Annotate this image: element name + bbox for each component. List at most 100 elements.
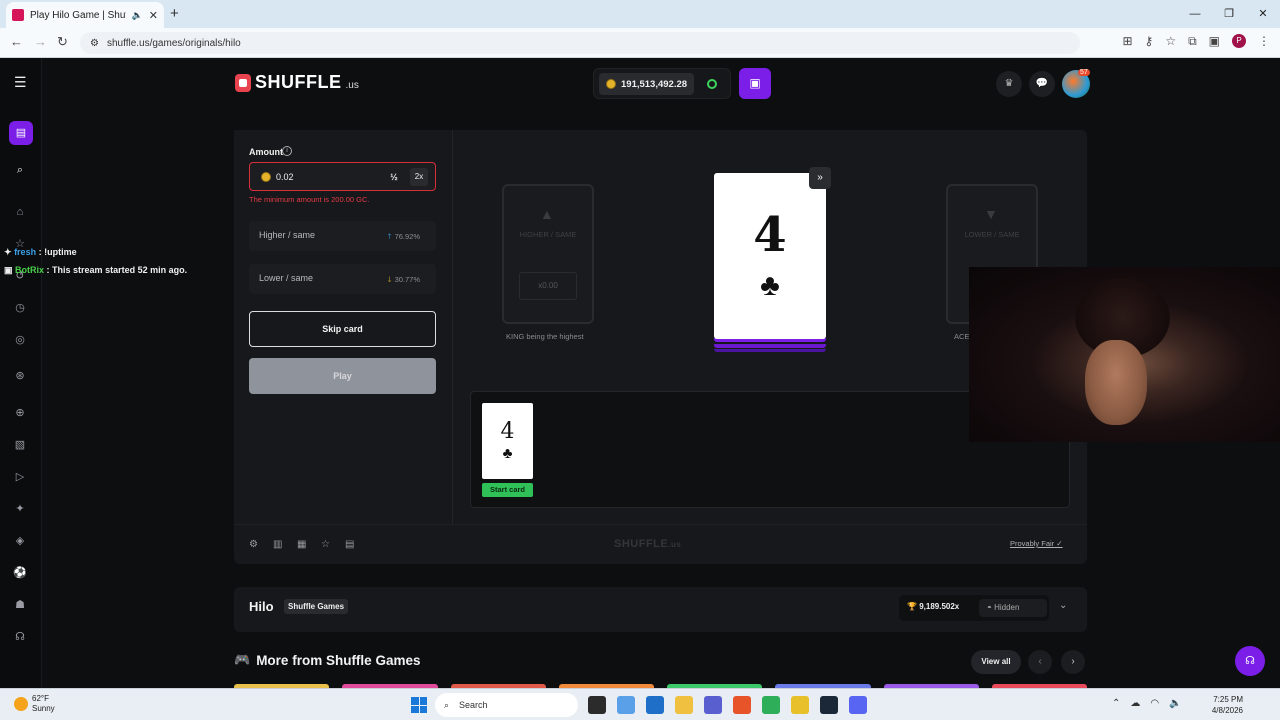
windows-taskbar: 62°F Sunny ⌕ Search ⌃ ☁ ◠ 🔈 7:25 PM 4/8/202… bbox=[0, 688, 1280, 720]
chat-message: : This stream started 52 min ago. bbox=[46, 265, 188, 275]
skip-forward-icon[interactable]: » bbox=[809, 167, 831, 189]
bookmark-star-icon[interactable]: ☆ bbox=[1165, 34, 1176, 49]
volume-icon[interactable]: 🔈 bbox=[1169, 698, 1181, 709]
taskbar-search[interactable]: ⌕ Search bbox=[435, 693, 578, 717]
slots-icon[interactable]: ⊛ bbox=[12, 368, 28, 384]
start-card-tag: Start card bbox=[482, 483, 533, 497]
back-icon[interactable]: ← bbox=[10, 34, 23, 49]
search-icon: ⌕ bbox=[444, 700, 450, 710]
stats-bars-icon[interactable]: ▥ bbox=[273, 539, 282, 550]
home-icon[interactable]: ⌂ bbox=[12, 204, 28, 220]
maximize-icon[interactable]: ❐ bbox=[1212, 0, 1246, 28]
webcam-person-face bbox=[1085, 340, 1147, 425]
close-tab-icon[interactable]: ✕ bbox=[149, 9, 158, 22]
live-support-button[interactable]: ☊ bbox=[1235, 646, 1265, 676]
balance-display[interactable]: 191,513,492.28 bbox=[599, 73, 694, 95]
brave-icon[interactable] bbox=[733, 696, 751, 714]
vip-icon[interactable]: ◈ bbox=[12, 533, 28, 549]
rewards-icon[interactable]: ♛ bbox=[996, 71, 1022, 97]
weather-widget[interactable]: 62°F Sunny bbox=[14, 694, 55, 714]
taskbar-clock[interactable]: 7:25 PM 4/8/2026 bbox=[1203, 694, 1243, 716]
file-explorer-icon[interactable] bbox=[675, 696, 693, 714]
promotions-icon[interactable]: ✦ bbox=[12, 501, 28, 517]
new-tab-icon[interactable]: + bbox=[170, 5, 179, 22]
discord-icon[interactable] bbox=[849, 696, 867, 714]
onedrive-icon[interactable]: ☁ bbox=[1130, 698, 1140, 709]
teams-icon[interactable] bbox=[704, 696, 722, 714]
arrow-up-icon: 🡑 bbox=[387, 232, 392, 241]
browser-tab[interactable]: Play Hilo Game | Shuffle.us 🔈 ✕ bbox=[6, 2, 164, 28]
card-rank: 4 bbox=[753, 207, 787, 263]
provider-tag[interactable]: Shuffle Games bbox=[284, 599, 349, 614]
hilo-game-panel: Amount i 0.02 ½ 2x The minimum amount is… bbox=[234, 130, 1087, 564]
wallet-button[interactable]: ▣ bbox=[739, 68, 771, 99]
sidebar: ☰ ▤ ⌕ ⌂ ☆ ↺ ◷ ◎ ⊛ ⊕ ▧ ▷ ✦ ◈ ⚽ ☗ ☊ bbox=[0, 58, 42, 688]
profile-avatar[interactable]: P bbox=[1232, 34, 1246, 48]
history-card: 4 ♣ bbox=[482, 403, 533, 479]
half-bet-button[interactable]: ½ bbox=[386, 169, 402, 185]
speaker-icon[interactable]: 🔈 bbox=[132, 10, 143, 21]
tray-chevron-icon[interactable]: ⌃ bbox=[1112, 698, 1120, 709]
lower-same-option[interactable]: Lower / same 🡓 30.77% bbox=[249, 264, 436, 294]
fairness-icon[interactable]: ▤ bbox=[345, 539, 354, 550]
chrome-icon[interactable] bbox=[791, 696, 809, 714]
double-bet-button[interactable]: 2x bbox=[410, 168, 428, 186]
site-logo[interactable]: SHUFFLE .us bbox=[235, 72, 359, 93]
bet-controls: Amount i 0.02 ½ 2x The minimum amount is… bbox=[234, 130, 453, 524]
info-icon[interactable]: i bbox=[282, 146, 292, 156]
reload-icon[interactable]: ↻ bbox=[57, 34, 68, 50]
url-field[interactable]: ⚙ shuffle.us/games/originals/hilo bbox=[80, 32, 1080, 54]
support-icon[interactable]: ☊ bbox=[12, 629, 28, 645]
provably-fair-link[interactable]: Provably Fair ✓ bbox=[1010, 539, 1063, 548]
cards-icon[interactable]: ▧ bbox=[12, 437, 28, 453]
store-icon[interactable] bbox=[646, 696, 664, 714]
highest-caption: KING being the highest bbox=[506, 332, 584, 341]
game-title: Hilo bbox=[249, 599, 274, 614]
casino-games-icon[interactable]: ▤ bbox=[9, 121, 33, 145]
steam-icon[interactable] bbox=[820, 696, 838, 714]
hamburger-menu-icon[interactable]: ☰ bbox=[14, 75, 28, 89]
prev-page-icon[interactable]: ‹ bbox=[1028, 650, 1052, 674]
windows-start-icon[interactable] bbox=[411, 697, 427, 713]
password-key-icon[interactable]: ⚷ bbox=[1145, 34, 1154, 49]
sports-icon[interactable]: ⚽ bbox=[12, 565, 28, 581]
settings-icon[interactable]: ⚙ bbox=[249, 539, 258, 550]
wifi-icon[interactable]: ◠ bbox=[1150, 698, 1159, 709]
affiliate-icon[interactable]: ☗ bbox=[12, 597, 28, 613]
browser-menu-icon[interactable]: ⋮ bbox=[1258, 34, 1270, 49]
search-icon[interactable]: ⌕ bbox=[12, 162, 28, 178]
currency-toggle-icon[interactable] bbox=[707, 79, 717, 89]
higher-same-slot[interactable]: ▲ HIGHER / SAME x0.00 bbox=[502, 184, 594, 324]
balance-widget[interactable]: 191,513,492.28 bbox=[593, 68, 731, 99]
skip-card-button[interactable]: Skip card bbox=[249, 311, 436, 347]
trophy-icon: 🏆 bbox=[907, 602, 917, 611]
close-window-icon[interactable]: ✕ bbox=[1246, 0, 1280, 28]
hidden-user[interactable]: ◓ Hidden bbox=[979, 599, 1047, 617]
minimize-icon[interactable]: — bbox=[1178, 0, 1212, 28]
arrow-down-icon: 🡓 bbox=[387, 275, 392, 284]
forward-icon[interactable]: → bbox=[34, 34, 47, 49]
game-controller-icon[interactable]: ⊕ bbox=[12, 405, 28, 421]
next-page-icon[interactable]: › bbox=[1061, 650, 1085, 674]
amount-value[interactable]: 0.02 bbox=[276, 172, 294, 182]
history-icon[interactable]: ◷ bbox=[12, 300, 28, 316]
app-icon[interactable] bbox=[762, 696, 780, 714]
card-stack-edge bbox=[714, 344, 826, 348]
sidepanel-icon[interactable]: ▣ bbox=[1209, 34, 1220, 49]
site-info-icon[interactable]: ⚙ bbox=[90, 38, 99, 49]
originals-icon[interactable]: ◎ bbox=[12, 332, 28, 348]
amount-input[interactable]: 0.02 ½ 2x bbox=[249, 162, 436, 191]
extensions-icon[interactable]: ⧉ bbox=[1188, 34, 1197, 49]
view-all-button[interactable]: View all bbox=[971, 650, 1021, 674]
game-footer: ⚙ ▥ ▦ ☆ ▤ SHUFFLE.us Provably Fair ✓ bbox=[234, 524, 1087, 564]
task-view-icon[interactable] bbox=[588, 696, 606, 714]
copilot-icon[interactable] bbox=[617, 696, 635, 714]
install-icon[interactable]: ⊞ bbox=[1122, 34, 1132, 49]
live-icon[interactable]: ▷ bbox=[12, 469, 28, 485]
play-button[interactable]: Play bbox=[249, 358, 436, 394]
favorite-star-icon[interactable]: ☆ bbox=[321, 539, 330, 550]
chat-icon[interactable]: 💬 bbox=[1029, 71, 1055, 97]
expand-chevron-icon[interactable]: ⌄ bbox=[1059, 600, 1067, 611]
chart-icon[interactable]: ▦ bbox=[297, 539, 306, 550]
higher-same-option[interactable]: Higher / same 🡑 76.92% bbox=[249, 221, 436, 251]
